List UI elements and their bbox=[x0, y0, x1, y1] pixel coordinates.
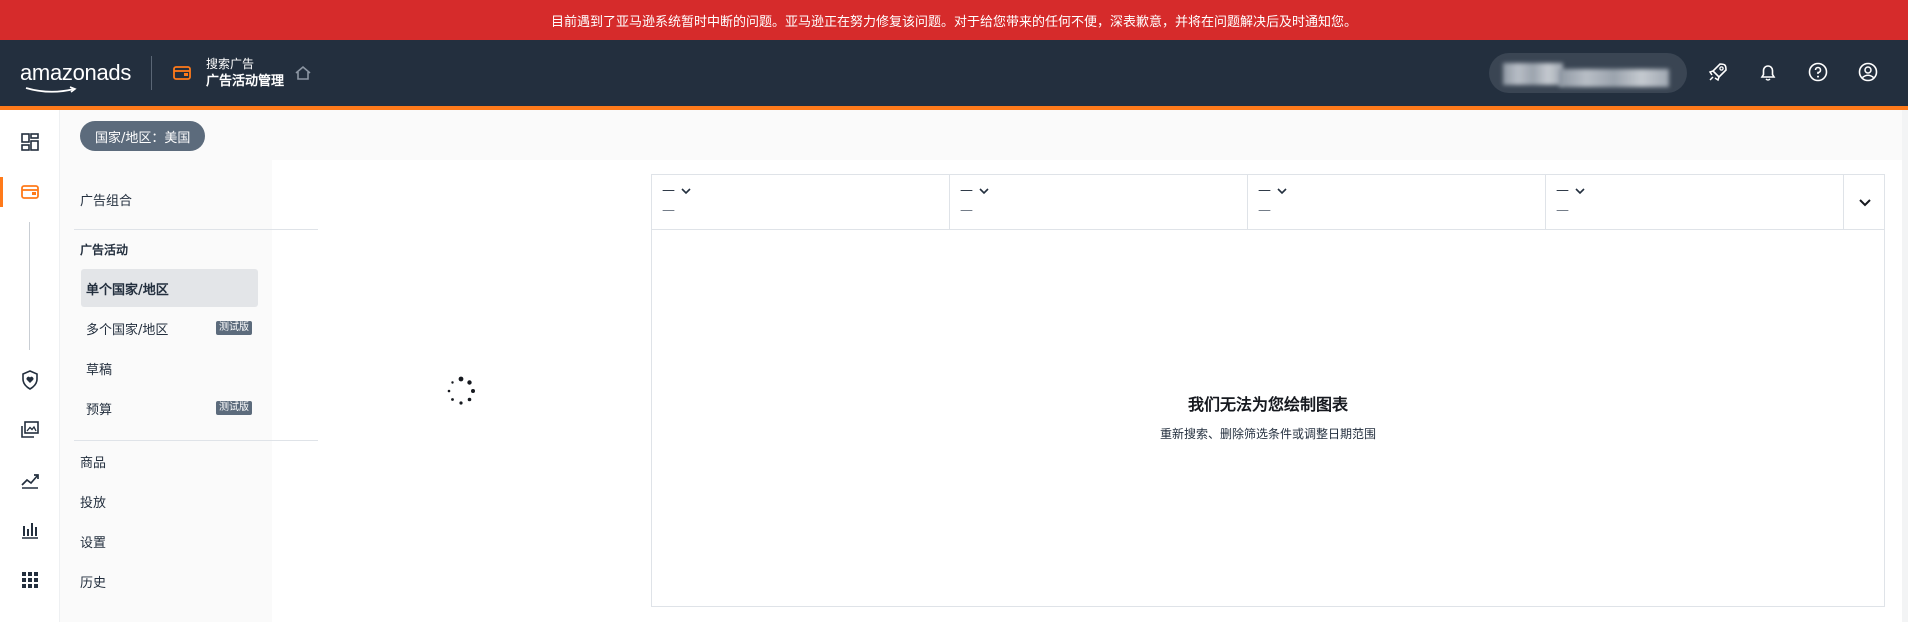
nav-targeting[interactable]: 投放 bbox=[80, 492, 106, 511]
shield-heart-icon[interactable] bbox=[18, 368, 42, 392]
apps-grid-icon[interactable] bbox=[18, 568, 42, 592]
product-switcher[interactable]: 搜索广告 广告活动管理 bbox=[206, 56, 284, 90]
chevron-down-icon bbox=[1575, 187, 1585, 194]
nav-campaigns-section: 广告活动 bbox=[80, 243, 129, 257]
account-selector[interactable] bbox=[1489, 53, 1687, 93]
metric-dropdown[interactable]: — bbox=[662, 183, 691, 198]
rail-active-indicator bbox=[0, 177, 3, 207]
metric-name: — bbox=[1556, 183, 1569, 198]
nav-budgets[interactable]: 预算 测试版 bbox=[81, 389, 258, 427]
nav-budgets-label: 预算 bbox=[86, 402, 113, 418]
nav-divider bbox=[74, 440, 318, 441]
loading-spinner-icon bbox=[447, 376, 475, 405]
dashboard-icon[interactable] bbox=[18, 130, 42, 154]
top-nav-bar: amazonads 搜索广告 广告活动管理 bbox=[0, 40, 1908, 106]
product-title: 广告活动管理 bbox=[206, 74, 285, 89]
chevron-down-icon bbox=[681, 187, 691, 194]
nav-drafts[interactable]: 草稿 bbox=[81, 349, 258, 387]
nav-history[interactable]: 历史 bbox=[80, 572, 106, 591]
outage-banner-text: 目前遇到了亚马逊系统暂时中断的问题。亚马逊正在努力修复该问题。对于给您带来的任何… bbox=[550, 14, 1357, 30]
country-selector-chip[interactable]: 国家/地区：美国 bbox=[80, 121, 206, 151]
metric-value: — bbox=[1258, 203, 1271, 218]
home-icon[interactable] bbox=[294, 64, 312, 82]
redacted-account-id bbox=[1559, 69, 1669, 87]
help-icon[interactable] bbox=[1800, 54, 1836, 90]
metric-dropdown[interactable]: — bbox=[1258, 183, 1287, 198]
nav-products[interactable]: 商品 bbox=[80, 452, 106, 471]
nav-settings[interactable]: 设置 bbox=[80, 532, 106, 551]
amazon-smile-icon bbox=[25, 86, 77, 93]
nav-single-country-label: 单个国家/地区 bbox=[86, 282, 169, 298]
nav-drafts-label: 草稿 bbox=[86, 362, 113, 378]
header-actions bbox=[1700, 54, 1886, 90]
trend-chart-icon[interactable] bbox=[18, 468, 42, 492]
metric-name: — bbox=[1258, 183, 1271, 198]
campaign-manager-nav: 广告组合 广告活动 单个国家/地区 多个国家/地区 测试版 草稿 预算 测试版 … bbox=[60, 160, 318, 622]
empty-chart-title: 我们无法为您绘制图表 bbox=[1187, 395, 1348, 414]
performance-chart-panel: — — — — — — — — 我们无法为您绘制图表 重新搜索、删除筛选条件或调… bbox=[651, 174, 1885, 607]
amazon-ads-logo[interactable]: amazonads bbox=[20, 60, 132, 93]
empty-chart-subtitle: 重新搜索、删除筛选条件或调整日期范围 bbox=[1159, 427, 1376, 441]
rail-divider bbox=[29, 222, 30, 350]
nav-divider bbox=[74, 229, 318, 230]
rocket-icon[interactable] bbox=[1700, 54, 1736, 90]
metric-dropdown[interactable]: — bbox=[1556, 183, 1585, 198]
beta-badge: 测试版 bbox=[216, 401, 252, 415]
nav-portfolios[interactable]: 广告组合 bbox=[80, 190, 132, 209]
bar-chart-icon[interactable] bbox=[18, 518, 42, 542]
chevron-down-icon bbox=[1277, 187, 1287, 194]
filter-bar: 国家/地区：美国 bbox=[60, 110, 1908, 160]
nav-single-country[interactable]: 单个国家/地区 bbox=[81, 269, 258, 307]
metric-tile[interactable]: — — bbox=[1546, 175, 1844, 229]
logo-text-amazon: amazon bbox=[20, 60, 97, 85]
page-scrollbar[interactable] bbox=[1902, 110, 1908, 622]
beta-badge: 测试版 bbox=[216, 321, 252, 335]
metric-value: — bbox=[960, 203, 973, 218]
account-icon[interactable] bbox=[1850, 54, 1886, 90]
product-subtitle: 搜索广告 bbox=[206, 57, 255, 71]
metric-name: — bbox=[960, 183, 973, 198]
header-divider bbox=[151, 56, 153, 90]
chevron-down-icon bbox=[979, 187, 989, 194]
chevron-down-icon[interactable] bbox=[1856, 193, 1874, 211]
media-library-icon[interactable] bbox=[18, 418, 42, 442]
metric-selectors: — — — — — — — — bbox=[652, 175, 1884, 230]
nav-multi-country-label: 多个国家/地区 bbox=[86, 322, 169, 338]
bell-icon[interactable] bbox=[1750, 54, 1786, 90]
metric-name: — bbox=[662, 183, 675, 198]
campaign-wallet-icon bbox=[173, 66, 191, 80]
metric-dropdown[interactable]: — bbox=[960, 183, 989, 198]
metric-tile[interactable]: — — bbox=[950, 175, 1248, 229]
metric-tile[interactable]: — — bbox=[1248, 175, 1546, 229]
left-icon-rail bbox=[0, 110, 60, 622]
metric-tile[interactable]: — — bbox=[652, 175, 950, 229]
logo-text-ads: ads bbox=[96, 60, 132, 85]
country-chip-label: 国家/地区：美国 bbox=[95, 130, 191, 146]
metric-value: — bbox=[1556, 203, 1569, 218]
campaign-wallet-icon[interactable] bbox=[18, 180, 42, 204]
redacted-account-name bbox=[1503, 63, 1563, 85]
nav-multi-country[interactable]: 多个国家/地区 测试版 bbox=[81, 309, 258, 347]
metric-value: — bbox=[662, 203, 675, 218]
outage-banner: 目前遇到了亚马逊系统暂时中断的问题。亚马逊正在努力修复该问题。对于给您带来的任何… bbox=[0, 0, 1908, 40]
